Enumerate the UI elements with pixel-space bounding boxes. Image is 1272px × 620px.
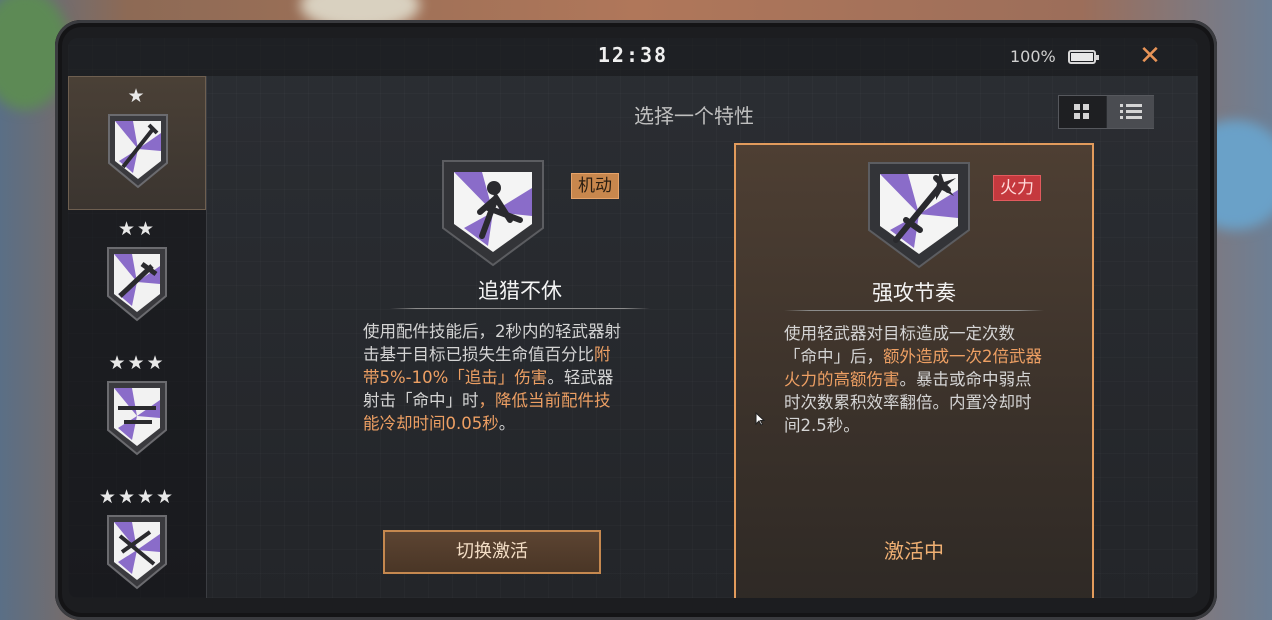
perk-description: 使用配件技能后，2秒内的轻武器射击基于目标已损失生命值百分比附带5%-10%「追… [363, 320, 625, 435]
page-title: 选择一个特性 [634, 104, 754, 128]
tier-stars: ★★★ [108, 352, 166, 374]
close-icon: ✕ [1139, 41, 1161, 71]
perk-emblem-icon [107, 381, 167, 456]
active-status-label: 激活中 [884, 539, 944, 563]
tier-stars: ★ [127, 85, 147, 107]
perk-type-tag: 机动 [571, 173, 619, 199]
close-button[interactable]: ✕ [1136, 42, 1164, 70]
perk-emblem-icon [442, 160, 544, 267]
perk-emblem-icon [108, 114, 168, 189]
perk-emblem-icon [107, 247, 167, 322]
perk-emblem-icon [868, 162, 970, 269]
perk-type-tag: 火力 [993, 175, 1041, 201]
status-bar: 12:38 100% ✕ [68, 38, 1198, 76]
tier-2[interactable]: ★★ [68, 210, 206, 344]
perk-card-2[interactable]: 火力 强攻节奏 使用轻武器对目标造成一定次数「命中」后，额外造成一次2倍武器火力… [734, 143, 1094, 598]
tier-1[interactable]: ★ [68, 76, 206, 210]
tier-sidebar: ★ ★★ ★★★ ★★★★ [68, 76, 207, 598]
battery-percent: 100% [1010, 47, 1056, 66]
tier-stars: ★★ [117, 218, 157, 240]
grid-view-button[interactable] [1059, 96, 1106, 128]
divider [390, 308, 650, 309]
description-text: 。 [498, 414, 516, 433]
perk-description: 使用轻武器对目标造成一定次数「命中」后，额外造成一次2倍武器火力的高额伤害。暴击… [784, 322, 1046, 437]
device-screen: 12:38 100% ✕ ★ ★★ ★★★ ★★★★ 选择一个特性 机动 追猎不… [68, 38, 1198, 598]
perk-name: 追猎不休 [478, 279, 562, 303]
battery-icon [1068, 50, 1099, 64]
tier-4[interactable]: ★★★★ [68, 478, 206, 598]
perk-name: 强攻节奏 [872, 281, 956, 305]
list-view-button[interactable] [1107, 96, 1154, 128]
view-toggle [1058, 95, 1154, 129]
divider [784, 310, 1044, 311]
tier-3[interactable]: ★★★ [68, 344, 206, 478]
description-text: 使用配件技能后，2秒内的轻武器射击基于目标已损失生命值百分比 [363, 322, 621, 364]
perk-emblem-icon [107, 515, 167, 590]
mouse-cursor-icon [755, 412, 765, 426]
switch-activate-button[interactable]: 切换激活 [383, 530, 601, 574]
tier-stars: ★★★★ [98, 486, 176, 508]
